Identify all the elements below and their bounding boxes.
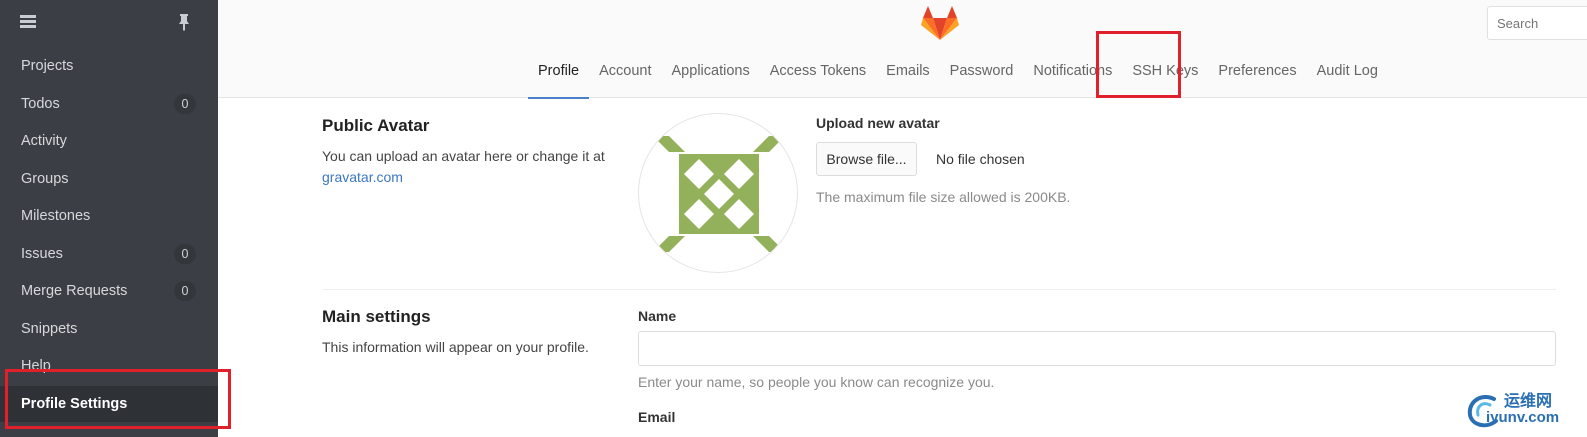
name-field[interactable] — [638, 331, 1556, 366]
main-settings-title: Main settings — [322, 307, 431, 326]
sidebar-item-label: Merge Requests — [21, 283, 128, 299]
tab-access-tokens[interactable]: Access Tokens — [760, 44, 876, 98]
sidebar-item-label: Todos — [21, 96, 60, 112]
file-status-text: No file chosen — [936, 151, 1025, 167]
sidebar-item-label: Projects — [21, 58, 74, 74]
gravatar-link[interactable]: gravatar.com — [322, 169, 403, 185]
watermark: 运维网 iyunv.com — [1464, 387, 1584, 433]
email-label: Email — [638, 409, 676, 425]
gitlab-logo-icon[interactable] — [921, 5, 959, 44]
tab-emails[interactable]: Emails — [876, 44, 940, 98]
tab-preferences[interactable]: Preferences — [1208, 44, 1306, 98]
sidebar-item-activity[interactable]: Activity — [0, 123, 218, 159]
pin-icon[interactable] — [176, 13, 192, 31]
tab-applications[interactable]: Applications — [662, 44, 760, 98]
sidebar-item-projects[interactable]: Projects — [0, 48, 218, 84]
avatar-desc-text: You can upload an avatar here or change … — [322, 148, 605, 164]
profile-settings-highlight-box — [5, 369, 231, 429]
sidebar-item-label: Activity — [21, 133, 67, 149]
hamburger-menu-icon[interactable] — [20, 15, 36, 28]
tab-profile[interactable]: Profile — [528, 44, 590, 99]
tab-account[interactable]: Account — [589, 44, 661, 98]
name-label: Name — [638, 308, 677, 324]
sidebar-top — [0, 0, 218, 44]
avatar-size-hint: The maximum file size allowed is 200KB. — [816, 189, 1071, 205]
sidebar-item-groups[interactable]: Groups — [0, 161, 218, 197]
watermark-en-text: iyunv.com — [1486, 409, 1560, 426]
header: Profile Account Applications Access Toke… — [218, 0, 1587, 99]
ssh-keys-highlight-box — [1096, 31, 1181, 98]
sidebar-item-milestones[interactable]: Milestones — [0, 198, 218, 234]
sidebar-item-label: Milestones — [21, 208, 91, 224]
browse-file-button[interactable]: Browse file... — [816, 142, 917, 176]
sidebar-item-label: Issues — [21, 246, 63, 262]
upload-avatar-label: Upload new avatar — [816, 115, 940, 131]
profile-tabs: Profile Account Applications Access Toke… — [528, 44, 1388, 99]
tab-audit-log[interactable]: Audit Log — [1307, 44, 1388, 98]
sidebar-item-merge-requests[interactable]: Merge Requests 0 — [0, 273, 218, 309]
sidebar-item-label: Groups — [21, 171, 69, 187]
sidebar-item-snippets[interactable]: Snippets — [0, 311, 218, 347]
sidebar-item-issues[interactable]: Issues 0 — [0, 236, 218, 272]
section-divider — [322, 289, 1556, 290]
public-avatar-title: Public Avatar — [322, 116, 430, 135]
search-input[interactable] — [1487, 6, 1587, 40]
issues-count-badge: 0 — [174, 244, 196, 264]
watermark-cn-text: 运维网 — [1504, 393, 1553, 410]
avatar — [638, 113, 798, 273]
main-settings-description: This information will appear on your pro… — [322, 339, 589, 355]
public-avatar-description: You can upload an avatar here or change … — [322, 146, 612, 188]
sidebar-item-label: Snippets — [21, 321, 78, 337]
name-hint: Enter your name, so people you know can … — [638, 374, 995, 390]
merge-requests-count-badge: 0 — [174, 281, 196, 301]
sidebar-item-todos[interactable]: Todos 0 — [0, 86, 218, 122]
todos-count-badge: 0 — [174, 94, 196, 114]
tab-password[interactable]: Password — [940, 44, 1024, 98]
